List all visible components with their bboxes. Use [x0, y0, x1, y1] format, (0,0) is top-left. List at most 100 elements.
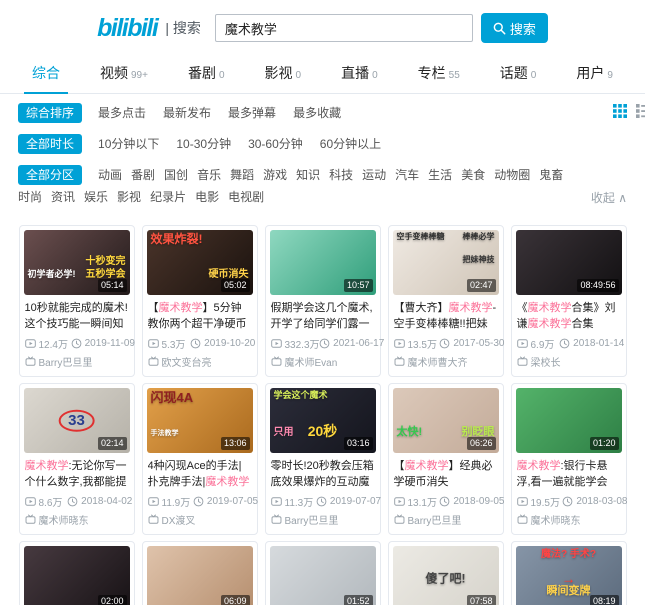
search-button[interactable]: 搜索 — [481, 13, 548, 43]
video-title[interactable]: 10秒就能完成的魔术!这个技巧能一瞬间知道观众选择 — [25, 300, 129, 332]
filter-option[interactable]: 动画 — [98, 164, 122, 186]
video-thumbnail[interactable]: 硬币消失效果炸裂! 05:02 — [147, 230, 253, 295]
video-thumbnail[interactable]: 01:52 — [270, 546, 376, 605]
video-title[interactable]: 假期学会这几个魔术,开学了给同学们露一手【魔术师 — [271, 300, 375, 332]
play-count-icon — [394, 496, 405, 507]
uploader[interactable]: 魔术师晓东 — [517, 512, 621, 527]
video-card[interactable]: 初学者必学!五秒学会十秒变完 05:14 10秒就能完成的魔术!这个技巧能一瞬间… — [19, 225, 135, 377]
video-card[interactable]: 10:57 假期学会这几个魔术,开学了给同学们露一手【魔术师 332.3万 20… — [265, 225, 381, 377]
video-thumbnail[interactable]: 08:49:56 — [516, 230, 622, 295]
uploader[interactable]: DX渡叉 — [148, 512, 252, 527]
filter-option[interactable]: 最新发布 — [163, 102, 211, 124]
video-title[interactable]: 4种闪现Ace的手法|扑克牌手法|魔术教学 — [148, 458, 252, 490]
filter-option[interactable]: 电影 — [195, 186, 219, 208]
video-card[interactable]: 把妹神技棒棒必学空手变棒棒糖 02:47 【曹大齐】魔术教学-空手变棒棒糖!!把… — [388, 225, 504, 377]
filter-option[interactable]: 最多收藏 — [293, 102, 341, 124]
tab-专栏[interactable]: 专栏55 — [416, 54, 462, 93]
filter-option[interactable]: 游戏 — [263, 164, 287, 186]
thumbnail-text: 学会这个魔术 — [274, 391, 328, 401]
filter-option[interactable]: 汽车 — [395, 164, 419, 186]
video-card[interactable]: 01:20 魔术教学:银行卡悬浮,看一遍就能学会 19.5万 2018-03-0… — [511, 383, 627, 535]
video-thumbnail[interactable]: 10:57 — [270, 230, 376, 295]
video-thumbnail[interactable]: 06:09 — [147, 546, 253, 605]
video-card[interactable]: 瞬间变牌→魔法? 手术? 08:19 无道具!简单炫酷的瞬间变牌【咕咕星魔术教学… — [511, 541, 627, 605]
video-thumbnail[interactable]: 别眨眼太快! 06:26 — [393, 388, 499, 453]
filter-option[interactable]: 时尚 — [18, 186, 42, 208]
filter-option[interactable]: 美食 — [461, 164, 485, 186]
video-title[interactable]: 【魔术教学】5分钟教你两个超干净硬币消失魔术! — [148, 300, 252, 332]
video-card[interactable]: 02:00 魔术教学:纯手法瞬间变牌!一分钟学会! 14.4万 2017-02-… — [19, 541, 135, 605]
filter-option[interactable]: 音乐 — [197, 164, 221, 186]
video-thumbnail[interactable]: 瞬间变牌→魔法? 手术? 08:19 — [516, 546, 622, 605]
filter-badge-active[interactable]: 综合排序 — [18, 103, 82, 123]
filter-option[interactable]: 娱乐 — [84, 186, 108, 208]
filter-option[interactable]: 30-60分钟 — [248, 133, 303, 155]
filter-option[interactable]: 60分钟以上 — [320, 133, 381, 155]
uploader[interactable]: Barry巴旦里 — [25, 354, 129, 369]
upload-date: 2018-01-14 — [559, 338, 620, 349]
filter-option[interactable]: 10分钟以下 — [98, 133, 159, 155]
video-title[interactable]: 零时长!20秒教会压箱底效果爆炸的互动魔术【Barry — [271, 458, 375, 490]
video-card[interactable]: 硬币消失效果炸裂! 05:02 【魔术教学】5分钟教你两个超干净硬币消失魔术! … — [142, 225, 258, 377]
filter-option[interactable]: 资讯 — [51, 186, 75, 208]
video-thumbnail[interactable]: 01:20 — [516, 388, 622, 453]
tab-综合[interactable]: 综合 — [30, 54, 62, 93]
filter-option[interactable]: 纪录片 — [150, 186, 186, 208]
video-card[interactable]: 01:52 单手滚硬币,超简单帅气手法,学会后随时表演! 158.1万 2019… — [265, 541, 381, 605]
tab-直播[interactable]: 直播0 — [339, 54, 380, 93]
list-view-icon[interactable] — [636, 104, 645, 118]
video-card[interactable]: 20秒只用学会这个魔术 03:16 零时长!20秒教会压箱底效果爆炸的互动魔术【… — [265, 383, 381, 535]
video-card[interactable]: 06:09 【B&W】【魔术教学+抽奖】橡皮筋穿越 8.7万 2015-03-0… — [142, 541, 258, 605]
grid-view-icon[interactable] — [613, 104, 627, 118]
filter-option[interactable]: 生活 — [428, 164, 452, 186]
filter-option[interactable]: 最多点击 — [98, 102, 146, 124]
filter-option[interactable]: 影视 — [117, 186, 141, 208]
uploader[interactable]: 梁校长 — [517, 354, 621, 369]
filter-option[interactable]: 舞蹈 — [230, 164, 254, 186]
video-thumbnail[interactable]: 傻了吧! 07:58 — [393, 546, 499, 605]
filter-option[interactable]: 电视剧 — [228, 186, 264, 208]
video-card[interactable]: 别眨眼太快! 06:26 【魔术教学】经典必学硬币消失术!Striking Va… — [388, 383, 504, 535]
filter-option[interactable]: 动物圈 — [494, 164, 530, 186]
video-thumbnail[interactable]: 手法教学闪现4A 13:06 — [147, 388, 253, 453]
filter-option[interactable]: 科技 — [329, 164, 353, 186]
tab-视频[interactable]: 视频99+ — [98, 54, 150, 93]
filter-badge-active[interactable]: 全部分区 — [18, 165, 82, 185]
collapse-link[interactable]: 收起 ∧ — [591, 189, 627, 206]
tab-影视[interactable]: 影视0 — [263, 54, 304, 93]
video-card[interactable]: 手法教学闪现4A 13:06 4种闪现Ace的手法|扑克牌手法|魔术教学 11.… — [142, 383, 258, 535]
video-thumbnail[interactable]: 20秒只用学会这个魔术 03:16 — [270, 388, 376, 453]
video-card[interactable]: 33 02:14 魔术教学:无论你写一个什么数字,我都能提前猜中! 8.6万 2… — [19, 383, 135, 535]
video-meta: 6.9万 2018-01-14 — [517, 336, 621, 351]
uploader[interactable]: 魔术师晓东 — [25, 512, 129, 527]
video-title[interactable]: 魔术教学:无论你写一个什么数字,我都能提前猜中! — [25, 458, 129, 490]
uploader[interactable]: 欧文变台亮 — [148, 354, 252, 369]
filter-option[interactable]: 国创 — [164, 164, 188, 186]
video-title[interactable]: 魔术教学:银行卡悬浮,看一遍就能学会 — [517, 458, 621, 490]
video-card[interactable]: 傻了吧! 07:58 聚会上总有朋友拆穿你?这个魔术教你整蛊多嘴的观 20.3万… — [388, 541, 504, 605]
filter-option[interactable]: 运动 — [362, 164, 386, 186]
tab-用户[interactable]: 用户9 — [574, 54, 615, 93]
uploader[interactable]: Barry巴旦里 — [394, 512, 498, 527]
uploader[interactable]: 魔术师Evan — [271, 354, 375, 369]
video-title[interactable]: 【魔术教学】经典必学硬币消失术!Striking Vanish — [394, 458, 498, 490]
filter-option[interactable]: 10-30分钟 — [176, 133, 231, 155]
search-input[interactable] — [215, 14, 473, 42]
video-thumbnail[interactable]: 33 02:14 — [24, 388, 130, 453]
filter-option[interactable]: 知识 — [296, 164, 320, 186]
video-thumbnail[interactable]: 把妹神技棒棒必学空手变棒棒糖 02:47 — [393, 230, 499, 295]
tab-话题[interactable]: 话题0 — [498, 54, 539, 93]
video-title[interactable]: 【曹大齐】魔术教学-空手变棒棒糖!!把妹神招! — [394, 300, 498, 332]
uploader[interactable]: 魔术师曹大齐 — [394, 354, 498, 369]
filter-option[interactable]: 番剧 — [131, 164, 155, 186]
uploader[interactable]: Barry巴旦里 — [271, 512, 375, 527]
video-title[interactable]: 《魔术教学合集》刘谦魔术教学合集 — [517, 300, 621, 332]
filter-option[interactable]: 最多弹幕 — [228, 102, 276, 124]
filter-badge-active[interactable]: 全部时长 — [18, 134, 82, 154]
video-card[interactable]: 08:49:56 《魔术教学合集》刘谦魔术教学合集 6.9万 2018-01-1… — [511, 225, 627, 377]
filter-option[interactable]: 鬼畜 — [539, 164, 563, 186]
video-thumbnail[interactable]: 初学者必学!五秒学会十秒变完 05:14 — [24, 230, 130, 295]
bilibili-logo[interactable]: bilibili — [97, 14, 157, 43]
video-thumbnail[interactable]: 02:00 — [24, 546, 130, 605]
tab-番剧[interactable]: 番剧0 — [186, 54, 227, 93]
